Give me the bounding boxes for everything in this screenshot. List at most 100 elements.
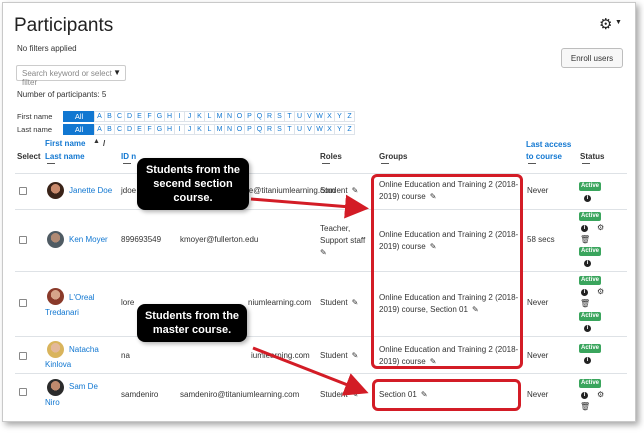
last-name-filter-label: Last name <box>17 125 53 134</box>
roles-cell: Student ✎ <box>320 297 358 309</box>
select-header: Select <box>17 152 41 161</box>
trash-icon[interactable]: 🗑 <box>580 403 590 411</box>
info-icon[interactable]: i <box>581 225 588 232</box>
status-badge: Active <box>579 182 602 191</box>
avatar[interactable] <box>47 288 64 305</box>
participant-name-link[interactable]: Ken Moyer <box>69 234 108 246</box>
id-number: lore <box>121 298 135 307</box>
table-divider <box>15 271 627 272</box>
chevron-down-icon[interactable]: ▼ <box>113 68 121 77</box>
first-name-sort-link[interactable]: First name <box>45 139 85 148</box>
id-number: 899693549 <box>121 235 162 244</box>
arrow-to-groups <box>250 194 369 219</box>
status-badge: Active <box>579 344 602 353</box>
enroll-users-button[interactable]: Enroll users <box>561 48 623 68</box>
callout-second-section: Students from the secend section course. <box>137 158 249 210</box>
email-address: kmoyer@fullerton.edu <box>180 235 259 244</box>
pencil-icon[interactable]: ✎ <box>352 390 359 399</box>
id-number: na <box>121 351 130 360</box>
info-icon[interactable]: i <box>584 357 591 364</box>
participant-last-name-link[interactable]: Niro <box>45 397 60 409</box>
participants-window: Participants No filters applied ⚙ ▼ Enro… <box>2 2 636 422</box>
last-access-value: Never <box>527 390 549 399</box>
last-name-all-button[interactable]: All <box>63 124 95 135</box>
row-checkbox[interactable] <box>19 299 27 307</box>
status-badge: Active <box>579 379 602 388</box>
pencil-icon[interactable]: ✎ <box>352 351 359 360</box>
last-name-filter: Last name All A B C D E F G H I J K L M … <box>17 124 355 135</box>
row-checkbox[interactable] <box>19 388 27 396</box>
gear-icon[interactable]: ⚙ <box>597 391 604 399</box>
avatar[interactable] <box>47 379 64 396</box>
section-highlight-box <box>372 379 521 411</box>
status-badge: Active <box>579 312 602 321</box>
collapse-last-access[interactable]: — <box>528 159 536 168</box>
roles-cell: Student ✎ <box>320 185 358 197</box>
table-divider <box>15 209 627 210</box>
avatar[interactable] <box>47 182 64 199</box>
sort-up-icon: ▲ <box>93 138 100 145</box>
last-letter-z[interactable]: Z <box>344 124 355 135</box>
last-access-value: Never <box>527 351 549 360</box>
trash-icon[interactable]: 🗑 <box>580 236 590 244</box>
roles-value: Student <box>320 390 348 399</box>
pencil-icon[interactable]: ✎ <box>352 298 359 307</box>
avatar[interactable] <box>47 231 64 248</box>
last-access-value: 58 secs <box>527 235 555 244</box>
collapse-first-name[interactable]: — <box>47 159 55 168</box>
roles-value: Student <box>320 351 348 360</box>
table-divider <box>15 173 627 174</box>
roles-value: Student <box>320 186 348 195</box>
participant-last-name-link[interactable]: Kinlova <box>45 359 71 371</box>
first-letter-z[interactable]: Z <box>344 111 355 122</box>
table-divider <box>15 373 627 374</box>
first-name-filter: First name All A B C D E F G H I J K L M… <box>17 111 355 122</box>
status-badge: Active <box>579 247 602 256</box>
id-number: jdoe <box>121 186 137 195</box>
participant-name-link[interactable]: Sam De <box>69 381 98 393</box>
search-placeholder: Search keyword or select filter <box>22 69 112 87</box>
last-access-value: Never <box>527 186 549 195</box>
roles-cell: Student ✎ <box>320 350 358 362</box>
gear-icon[interactable]: ⚙ <box>597 224 604 232</box>
first-name-all-button[interactable]: All <box>63 111 95 122</box>
filters-status: No filters applied <box>17 44 77 53</box>
info-icon[interactable]: i <box>581 392 588 399</box>
gear-icon[interactable]: ⚙ <box>599 15 612 33</box>
chevron-down-icon[interactable]: ▼ <box>615 19 622 26</box>
collapse-roles[interactable]: — <box>322 159 330 168</box>
first-name-filter-label: First name <box>17 112 53 121</box>
info-icon[interactable]: i <box>584 260 591 267</box>
trash-icon[interactable]: 🗑 <box>580 300 590 308</box>
pencil-icon[interactable]: ✎ <box>320 248 327 257</box>
roles-cell: Teacher, Support staff ✎ <box>320 223 370 259</box>
email-address: samdeniro@titaniumlearning.com <box>180 390 300 399</box>
info-icon[interactable]: i <box>584 195 591 202</box>
sort-separator: / <box>103 139 106 148</box>
participant-last-name-link[interactable]: Tredanari <box>45 307 79 319</box>
page-title: Participants <box>14 15 114 36</box>
participant-name-link[interactable]: Janette Doe <box>69 185 112 197</box>
roles-value: Teacher, Support staff <box>320 224 366 245</box>
roles-cell: Student ✎ <box>320 389 358 401</box>
collapse-groups[interactable]: — <box>381 159 389 168</box>
last-access-value: Never <box>527 298 549 307</box>
participant-name-link[interactable]: L'Oreal <box>69 292 95 304</box>
id-number: samdeniro <box>121 390 159 399</box>
gear-icon[interactable]: ⚙ <box>597 288 604 296</box>
row-checkbox[interactable] <box>19 352 27 360</box>
email-address: iumlearning.com <box>251 351 310 360</box>
avatar[interactable] <box>47 341 64 358</box>
collapse-id[interactable]: — <box>123 159 131 168</box>
row-checkbox[interactable] <box>19 187 27 195</box>
search-input[interactable]: Search keyword or select filter ▼ <box>16 65 126 87</box>
info-icon[interactable]: i <box>584 325 591 332</box>
info-icon[interactable]: i <box>581 289 588 296</box>
participant-name-link[interactable]: Natacha <box>69 344 99 356</box>
row-checkbox[interactable] <box>19 236 27 244</box>
status-badge: Active <box>579 212 602 221</box>
pencil-icon[interactable]: ✎ <box>352 186 359 195</box>
table-divider <box>15 336 627 337</box>
collapse-status[interactable]: — <box>582 159 590 168</box>
participant-count: Number of participants: 5 <box>17 90 107 99</box>
